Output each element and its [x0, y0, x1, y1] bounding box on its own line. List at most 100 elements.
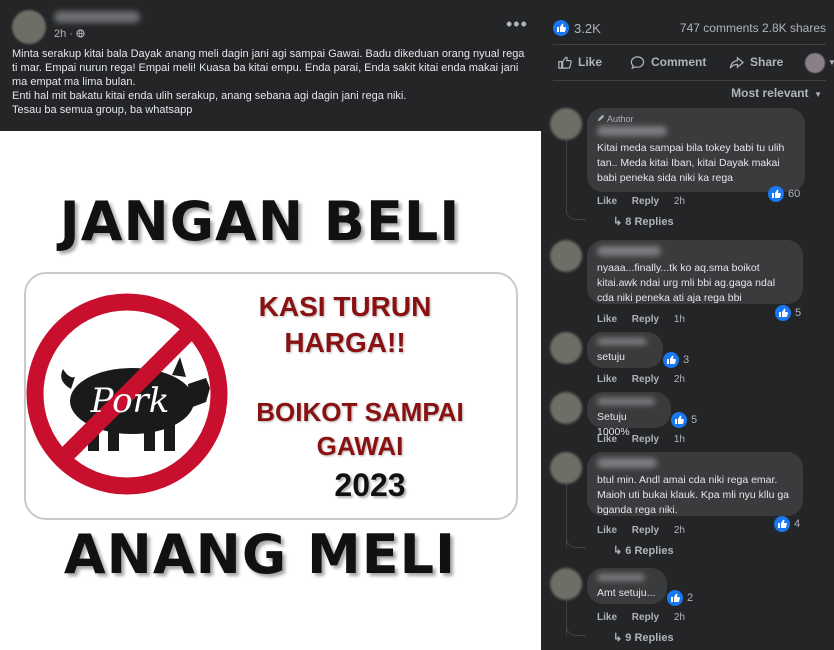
chevron-down-icon[interactable]: ▼ [828, 58, 834, 67]
comment-reactions[interactable]: 5 [671, 412, 697, 428]
view-replies-button[interactable]: ↳ 8 Replies [613, 215, 674, 228]
comment-reactions[interactable]: 2 [667, 590, 693, 606]
comment-reactions[interactable]: 4 [774, 516, 800, 532]
more-options-icon[interactable]: ••• [506, 14, 528, 35]
comment-actions: Like Reply 1h [597, 314, 697, 325]
comment-time[interactable]: 2h [674, 196, 685, 207]
thumbs-up-icon [558, 56, 572, 69]
comment-bubble: Amt setuju... [587, 568, 667, 604]
commenter-avatar[interactable] [550, 108, 582, 140]
like-count[interactable]: 3.2K [574, 21, 601, 36]
comments-shares-count[interactable]: 747 comments 2.8K shares [680, 21, 826, 35]
image-title-top: JANGAN BELI [59, 190, 461, 253]
post-image[interactable]: JANGAN BELI Pork KASI TURUN HARGA!! BOIK… [0, 131, 541, 650]
comment-like-button[interactable]: Like [597, 525, 617, 536]
post-stats: 3.2K 747 comments 2.8K shares [541, 0, 834, 42]
like-reaction-icon [775, 305, 791, 321]
comment-actions: Like Reply 2h [597, 196, 697, 207]
like-reaction-icon [671, 412, 687, 428]
post: 2h · ••• Minta serakup kitai bala Dayak … [0, 0, 541, 650]
caption-paragraph: Tesau ba semua group, ba whatsapp [12, 104, 193, 116]
commenter-avatar[interactable] [550, 240, 582, 272]
like-reaction-icon [667, 590, 683, 606]
comment-reply-button[interactable]: Reply [632, 374, 659, 385]
comment-time[interactable]: 1h [674, 314, 685, 325]
comment-like-button[interactable]: Like [597, 612, 617, 623]
comment-time[interactable]: 1h [674, 434, 685, 445]
comment-bubble: btul min. Andl amai cda niki rega emar. … [587, 452, 803, 516]
comment-text: Kitai meda sampai bila tokey babi tu uli… [597, 142, 785, 184]
like-reaction-icon [768, 186, 784, 202]
commenter-name-redacted[interactable] [597, 398, 655, 405]
commenter-name-redacted[interactable] [597, 574, 645, 581]
divider [553, 44, 826, 45]
thread-elbow [566, 210, 586, 220]
comment-bubble: nyaaa...finally...tk ko aq.sma boikot ki… [587, 240, 803, 304]
sort-dropdown[interactable]: Most relevant ▼ [731, 86, 822, 100]
comment-time[interactable]: 2h [674, 612, 685, 623]
comment-actions: Like Reply 2h [597, 374, 697, 385]
image-title-bottom: ANANG MELI [63, 523, 457, 586]
comment-text: setuju [597, 351, 626, 363]
sign-line-3: BOIKOT SAMPAI [256, 397, 464, 427]
like-reaction-icon[interactable] [553, 20, 569, 36]
like-reaction-icon [663, 352, 679, 368]
comment-like-button[interactable]: Like [597, 196, 617, 207]
reply-arrow-icon: ↳ [613, 216, 626, 228]
comment-reactions[interactable]: 5 [775, 305, 801, 321]
comment-text: Amt setuju... [597, 587, 656, 599]
thread-elbow [566, 626, 586, 636]
thread-elbow [566, 538, 586, 548]
share-button[interactable]: Share [729, 55, 783, 70]
comment-reactions[interactable]: 60 [768, 186, 800, 202]
comment-time[interactable]: 2h [674, 525, 685, 536]
view-replies-button[interactable]: ↳ 6 Replies [613, 544, 674, 557]
sign-line-4: GAWAI [316, 431, 404, 461]
comment-bubble: Setuju 1000% [587, 392, 671, 438]
comment-reactions[interactable]: 3 [663, 352, 689, 368]
commenter-avatar[interactable] [550, 332, 582, 364]
like-reaction-icon [774, 516, 790, 532]
comment-reply-button[interactable]: Reply [632, 612, 659, 623]
chevron-down-icon: ▼ [811, 90, 822, 99]
comment-actions: Like Reply 1h [597, 434, 697, 445]
comment-like-button[interactable]: Like [597, 314, 617, 325]
view-replies-button[interactable]: ↳ 9 Replies [613, 631, 674, 644]
poster-avatar[interactable] [12, 10, 46, 44]
commenter-name-redacted[interactable] [597, 338, 647, 345]
post-time[interactable]: 2h · [54, 28, 85, 40]
commenter-avatar[interactable] [550, 452, 582, 484]
comment-reply-button[interactable]: Reply [632, 196, 659, 207]
commenter-name-redacted[interactable] [597, 458, 657, 468]
pencil-icon [597, 114, 605, 122]
sign-line-1: KASI TURUN [258, 291, 432, 322]
commenter-name-redacted[interactable] [597, 246, 661, 256]
comment-reply-button[interactable]: Reply [632, 314, 659, 325]
comment-bubble: setuju [587, 332, 663, 368]
action-bar: Like Comment Share [541, 48, 834, 80]
comment-like-button[interactable]: Like [597, 434, 617, 445]
facebook-post-screen: 2h · ••• Minta serakup kitai bala Dayak … [0, 0, 834, 650]
comment-like-button[interactable]: Like [597, 374, 617, 385]
commenter-avatar[interactable] [550, 568, 582, 600]
post-header: 2h · ••• [0, 0, 541, 44]
comment-bubble: Author Kitai meda sampai bila tokey babi… [587, 108, 805, 192]
sign-year: 2023 [334, 467, 406, 503]
poster-name-redacted[interactable] [54, 11, 140, 23]
post-caption: Minta serakup kitai bala Dayak anang mel… [12, 47, 532, 117]
share-icon [729, 56, 745, 69]
comment-reply-button[interactable]: Reply [632, 434, 659, 445]
comment-reply-button[interactable]: Reply [632, 525, 659, 536]
no-pork-sign-icon: Pork [26, 293, 228, 495]
comment-time[interactable]: 2h [674, 374, 685, 385]
profile-avatar[interactable] [805, 53, 825, 73]
commenter-name-redacted[interactable] [597, 126, 667, 136]
like-button[interactable]: Like [557, 55, 602, 70]
commenter-avatar[interactable] [550, 392, 582, 424]
caption-paragraph: Enti hal mit bakatu kitai enda ulih sera… [12, 90, 407, 102]
author-badge: Author [597, 114, 795, 124]
globe-icon [76, 29, 85, 38]
comment-button[interactable]: Comment [630, 55, 706, 70]
thread-line [566, 140, 567, 214]
comments-panel: 3.2K 747 comments 2.8K shares Like Comme… [541, 0, 834, 650]
